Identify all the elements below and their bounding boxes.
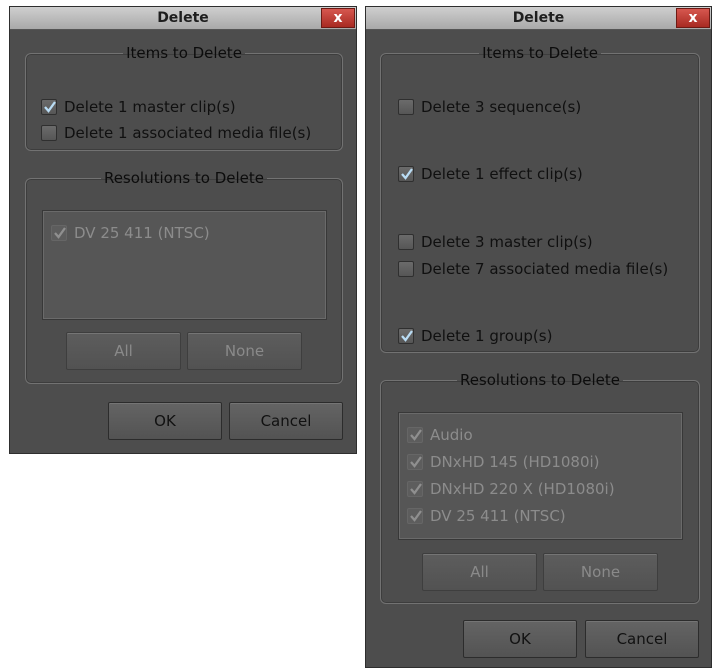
checkbox[interactable]	[41, 99, 57, 115]
item-checkbox-row[interactable]: Delete 7 associated media file(s)	[398, 259, 668, 279]
resolutions-to-delete-legend: Resolutions to Delete	[459, 371, 621, 389]
resolution-label: DNxHD 220 X (HD1080i)	[430, 480, 615, 498]
delete-dialog-left: Delete x Items to Delete Delete 1 master…	[9, 6, 357, 454]
checkbox[interactable]	[398, 166, 414, 182]
checkbox[interactable]	[407, 481, 423, 497]
item-checkbox-row[interactable]: Delete 1 master clip(s)	[41, 97, 236, 117]
ok-button[interactable]: OK	[463, 620, 577, 658]
item-label: Delete 1 master clip(s)	[64, 98, 236, 116]
all-button[interactable]: All	[422, 553, 537, 591]
resolutions-to-delete-legend: Resolutions to Delete	[103, 169, 265, 187]
checkmark-icon	[410, 483, 422, 495]
item-label: Delete 1 associated media file(s)	[64, 124, 312, 142]
resolutions-list[interactable]: Audio DNxHD 145 (HD1080i) DNxHD 220 X (H…	[398, 412, 683, 540]
checkbox[interactable]	[51, 225, 67, 241]
resolution-label: DV 25 411 (NTSC)	[430, 507, 566, 525]
resolution-checkbox-row[interactable]: DV 25 411 (NTSC)	[51, 223, 210, 243]
resolution-checkbox-row[interactable]: DNxHD 145 (HD1080i)	[407, 452, 600, 472]
checkbox[interactable]	[41, 125, 57, 141]
resolutions-to-delete-group: Resolutions to Delete DV 25 411 (NTSC) A…	[25, 170, 343, 384]
close-button[interactable]: x	[321, 8, 355, 28]
item-checkbox-row[interactable]: Delete 1 effect clip(s)	[398, 164, 583, 184]
checkbox[interactable]	[398, 234, 414, 250]
resolutions-to-delete-group: Resolutions to Delete Audio DNxHD 145 (H…	[380, 372, 700, 604]
checkbox[interactable]	[398, 99, 414, 115]
item-checkbox-row[interactable]: Delete 3 master clip(s)	[398, 232, 593, 252]
resolution-checkbox-row[interactable]: DNxHD 220 X (HD1080i)	[407, 479, 615, 499]
cancel-button[interactable]: Cancel	[229, 402, 343, 440]
checkbox[interactable]	[407, 454, 423, 470]
checkmark-icon	[410, 456, 422, 468]
item-checkbox-row[interactable]: Delete 3 sequence(s)	[398, 97, 581, 117]
close-button[interactable]: x	[676, 8, 710, 28]
checkmark-icon	[401, 168, 413, 180]
item-label: Delete 1 group(s)	[421, 327, 553, 345]
items-to-delete-group: Items to Delete Delete 3 sequence(s) Del…	[380, 45, 700, 353]
title-bar[interactable]: Delete x	[10, 7, 356, 30]
none-button[interactable]: None	[543, 553, 658, 591]
item-label: Delete 3 sequence(s)	[421, 98, 582, 116]
checkmark-icon	[54, 227, 66, 239]
item-label: Delete 7 associated media file(s)	[421, 260, 669, 278]
resolution-label: Audio	[430, 426, 473, 444]
resolution-label: DNxHD 145 (HD1080i)	[430, 453, 600, 471]
resolutions-list[interactable]: DV 25 411 (NTSC)	[42, 210, 327, 320]
checkmark-icon	[410, 510, 422, 522]
checkmark-icon	[401, 330, 413, 342]
item-label: Delete 1 effect clip(s)	[421, 165, 583, 183]
dialog-title: Delete	[512, 10, 565, 26]
checkbox[interactable]	[407, 427, 423, 443]
checkbox[interactable]	[398, 328, 414, 344]
checkbox[interactable]	[407, 508, 423, 524]
ok-button[interactable]: OK	[108, 402, 222, 440]
checkmark-icon	[410, 429, 422, 441]
items-to-delete-legend: Items to Delete	[126, 44, 242, 62]
checkbox[interactable]	[398, 261, 414, 277]
none-button[interactable]: None	[187, 332, 302, 370]
items-to-delete-legend: Items to Delete	[482, 44, 598, 62]
cancel-button[interactable]: Cancel	[585, 620, 699, 658]
resolution-checkbox-row[interactable]: DV 25 411 (NTSC)	[407, 506, 566, 526]
dialog-title: Delete	[157, 10, 209, 26]
checkmark-icon	[44, 101, 56, 113]
resolution-label: DV 25 411 (NTSC)	[74, 224, 210, 242]
items-to-delete-group: Items to Delete Delete 1 master clip(s) …	[25, 45, 343, 151]
title-bar[interactable]: Delete x	[366, 7, 711, 30]
all-button[interactable]: All	[66, 332, 181, 370]
resolution-checkbox-row[interactable]: Audio	[407, 425, 473, 445]
item-checkbox-row[interactable]: Delete 1 associated media file(s)	[41, 123, 311, 143]
item-checkbox-row[interactable]: Delete 1 group(s)	[398, 326, 552, 346]
item-label: Delete 3 master clip(s)	[421, 233, 593, 251]
delete-dialog-right: Delete x Items to Delete Delete 3 sequen…	[365, 6, 712, 668]
